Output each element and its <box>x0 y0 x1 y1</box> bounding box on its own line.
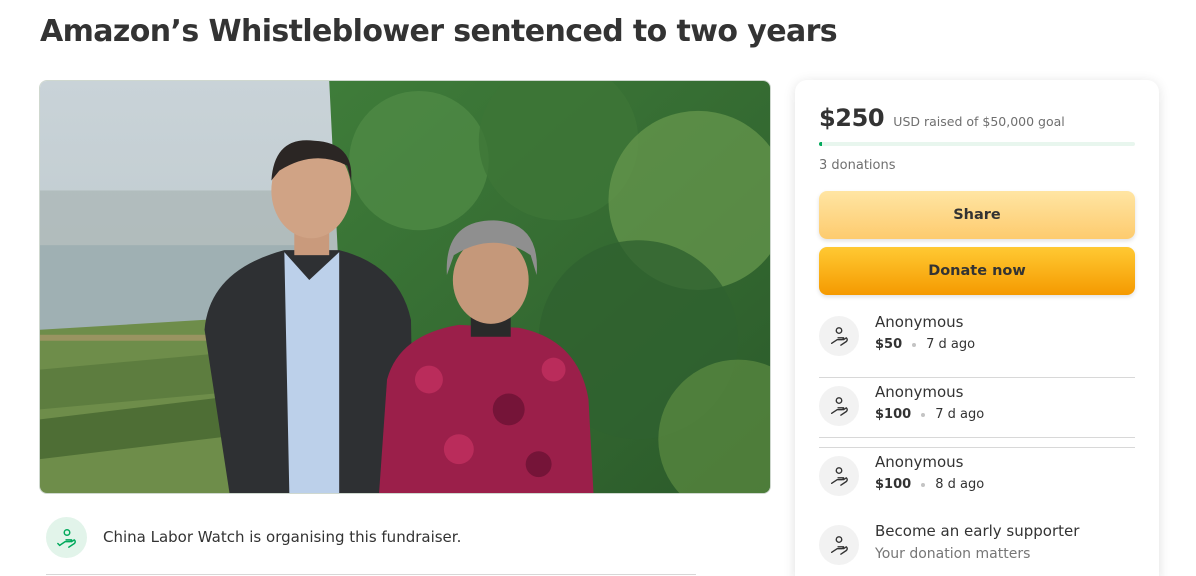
page-title: Amazon’s Whistleblower sentenced to two … <box>40 14 838 49</box>
raised-amount: $250 <box>819 104 885 132</box>
hand-heart-icon <box>46 517 87 558</box>
early-supporter-title: Become an early supporter <box>875 522 1080 540</box>
donor-name: Anonymous <box>875 383 964 401</box>
donation-amount: $50 <box>875 337 903 352</box>
amount-raised: $250 USD raised of $50,000 goal <box>819 104 1065 132</box>
donation-amount: $100 <box>875 477 912 492</box>
donation-item: Anonymous $50 7 d ago <box>819 308 1135 378</box>
donation-amount: $100 <box>875 407 912 422</box>
divider <box>819 437 1135 438</box>
organiser-text: China Labor Watch is organising this fun… <box>103 528 462 546</box>
section-divider <box>46 574 696 575</box>
progress-bar <box>819 142 1135 146</box>
share-button[interactable]: Share <box>819 191 1135 239</box>
donation-item: Anonymous $100 8 d ago <box>819 448 1135 518</box>
donor-icon <box>819 316 859 356</box>
separator-dot <box>912 342 917 347</box>
campaign-photo <box>39 80 771 494</box>
donor-name: Anonymous <box>875 313 964 331</box>
early-supporter-subtitle: Your donation matters <box>875 546 1031 562</box>
donation-time: 7 d ago <box>926 337 976 352</box>
campaign-photo-illustration <box>40 81 770 493</box>
donation-time: 7 d ago <box>935 407 985 422</box>
donor-icon <box>819 386 859 426</box>
donation-sidebar: $250 USD raised of $50,000 goal 3 donati… <box>795 80 1159 576</box>
separator-dot <box>921 412 926 417</box>
donate-now-button[interactable]: Donate now <box>819 247 1135 295</box>
separator-dot <box>921 482 926 487</box>
supporter-icon <box>819 525 859 565</box>
progress-fill <box>819 142 823 146</box>
donation-meta: $100 8 d ago <box>875 477 984 492</box>
donor-name: Anonymous <box>875 453 964 471</box>
donor-icon <box>819 456 859 496</box>
donation-time: 8 d ago <box>935 477 985 492</box>
early-supporter-item: Become an early supporter Your donation … <box>819 517 1135 576</box>
donation-count: 3 donations <box>819 158 896 173</box>
organiser-info: China Labor Watch is organising this fun… <box>46 516 696 558</box>
donation-meta: $50 7 d ago <box>875 337 975 352</box>
donation-meta: $100 7 d ago <box>875 407 984 422</box>
raised-goal: USD raised of $50,000 goal <box>893 114 1065 129</box>
